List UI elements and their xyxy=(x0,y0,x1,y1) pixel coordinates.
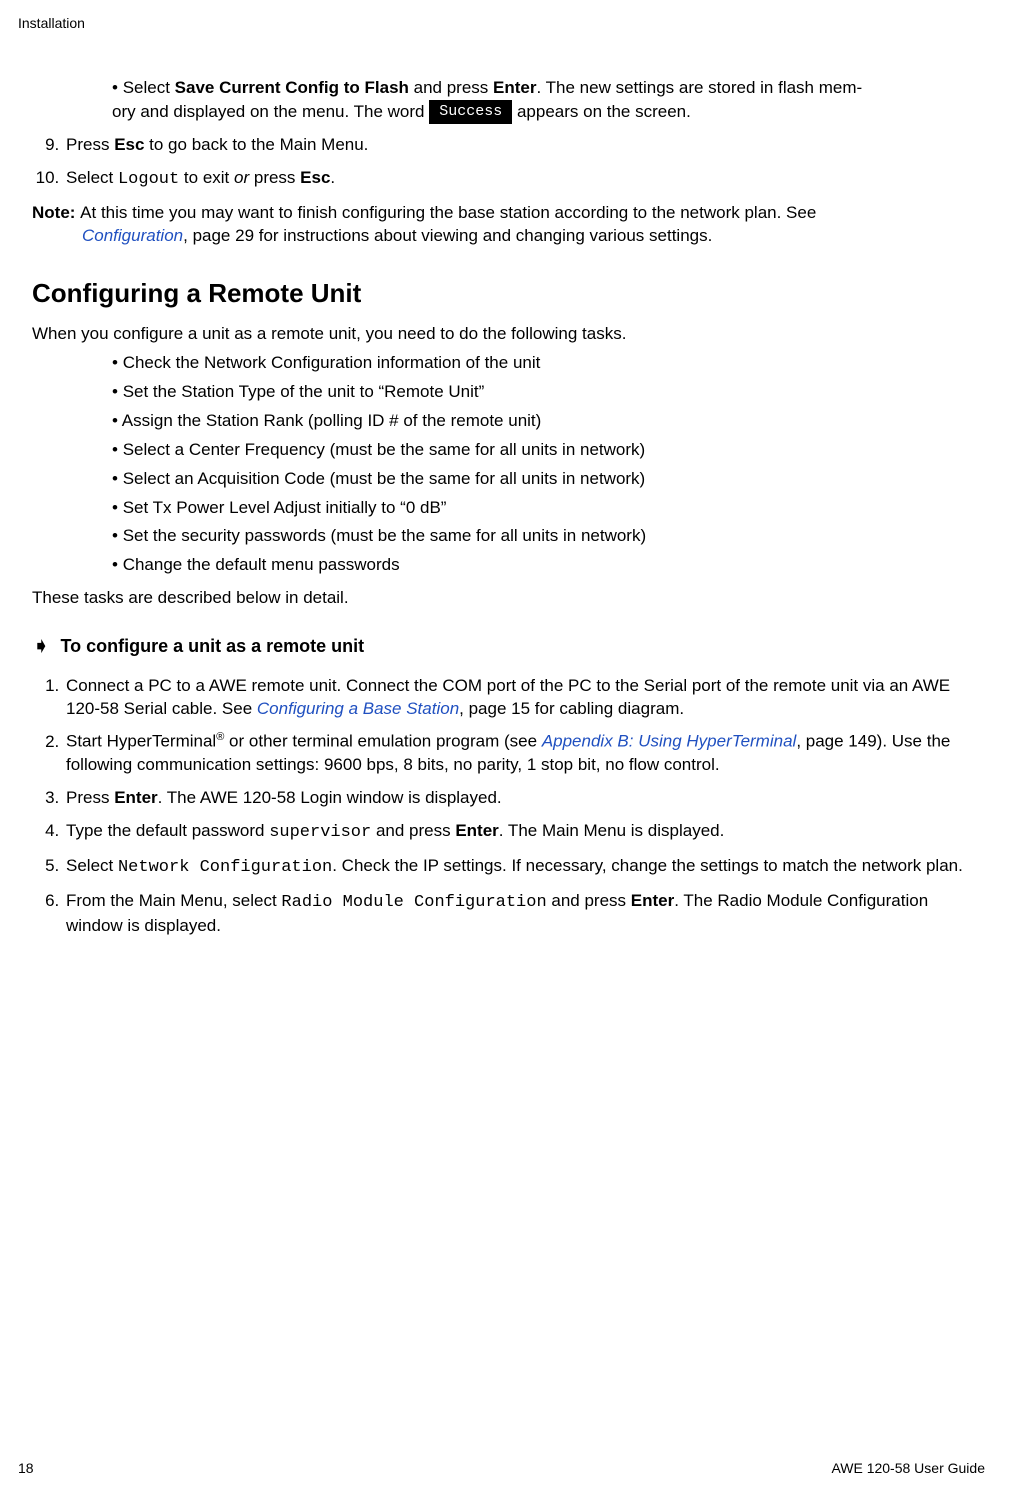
procedure-title: To configure a unit as a remote unit xyxy=(60,634,364,658)
text-bold: Enter xyxy=(455,821,498,840)
step-9: Press Esc to go back to the Main Menu. xyxy=(64,134,985,157)
text: . The new settings are stored in flash m… xyxy=(537,78,863,97)
note-line-1: Note: At this time you may want to finis… xyxy=(32,202,985,225)
outro-paragraph: These tasks are described below in detai… xyxy=(32,587,985,610)
cross-ref-link[interactable]: Configuration xyxy=(82,226,183,245)
list-item: Select a Center Frequency (must be the s… xyxy=(112,439,985,462)
text: . Check the IP settings. If necessary, c… xyxy=(332,856,963,875)
text-bold: Enter xyxy=(493,78,536,97)
list-item: Set Tx Power Level Adjust initially to “… xyxy=(112,497,985,520)
cross-ref-link[interactable]: Appendix B: Using HyperTerminal xyxy=(542,732,797,751)
step-2: Start HyperTerminal® or other terminal e… xyxy=(64,730,985,777)
note-label: Note: xyxy=(32,203,80,222)
text: . The Main Menu is displayed. xyxy=(499,821,725,840)
list-item: Check the Network Configuration informat… xyxy=(112,352,985,375)
success-badge: Success xyxy=(429,100,512,124)
text: Select xyxy=(123,78,175,97)
list-item: Assign the Station Rank (polling ID # of… xyxy=(112,410,985,433)
text: Select xyxy=(66,856,118,875)
text: and press xyxy=(547,891,631,910)
text: and press xyxy=(409,78,493,97)
text: Start HyperTerminal xyxy=(66,732,216,751)
step-1: Connect a PC to a AWE remote unit. Conne… xyxy=(64,675,985,721)
procedure-steps: Connect a PC to a AWE remote unit. Conne… xyxy=(32,675,985,938)
section-heading: Configuring a Remote Unit xyxy=(32,276,985,311)
procedure-heading: ➧ To configure a unit as a remote unit xyxy=(32,634,985,658)
text: . The AWE 120-58 Login window is display… xyxy=(158,788,502,807)
text-bold: Esc xyxy=(300,168,330,187)
text: Press xyxy=(66,135,114,154)
note-block: Note: At this time you may want to finis… xyxy=(32,202,985,248)
prev-sub-bullets: Select Save Current Config to Flash and … xyxy=(32,77,985,124)
step-6: From the Main Menu, select Radio Module … xyxy=(64,890,985,938)
text-bold: Enter xyxy=(631,891,674,910)
text: , page 15 for cabling diagram. xyxy=(459,699,684,718)
step-5: Select Network Configuration. Check the … xyxy=(64,855,985,880)
text: Type the default password xyxy=(66,821,269,840)
list-item: Select an Acquisition Code (must be the … xyxy=(112,468,985,491)
text: At this time you may want to finish conf… xyxy=(80,203,816,222)
running-head: Installation xyxy=(18,14,985,33)
text-mono: supervisor xyxy=(269,823,371,842)
text-bold: Save Current Config to Flash xyxy=(175,78,409,97)
list-item: Change the default menu passwords xyxy=(112,554,985,577)
text: , page 29 for instructions about viewing… xyxy=(183,226,712,245)
note-line-2: Configuration, page 29 for instructions … xyxy=(82,225,985,248)
cross-ref-link[interactable]: Configuring a Base Station xyxy=(257,699,459,718)
text: or other terminal emulation program (see xyxy=(224,732,541,751)
text: Select xyxy=(66,168,118,187)
page-number: 18 xyxy=(18,1459,34,1478)
text: press xyxy=(254,168,300,187)
task-list: Check the Network Configuration informat… xyxy=(32,352,985,578)
text-bold: Esc xyxy=(114,135,144,154)
text: to exit xyxy=(179,168,234,187)
intro-paragraph: When you configure a unit as a remote un… xyxy=(32,323,985,346)
body-column: Select Save Current Config to Flash and … xyxy=(32,77,985,938)
text: ory and displayed on the menu. The word xyxy=(112,102,429,121)
text: Press xyxy=(66,788,114,807)
arrow-icon: ➧ xyxy=(32,635,50,657)
list-item: Set the security passwords (must be the … xyxy=(112,525,985,548)
page-footer: 18 AWE 120-58 User Guide xyxy=(18,1459,985,1478)
text: . xyxy=(330,168,335,187)
list-item: Set the Station Type of the unit to “Rem… xyxy=(112,381,985,404)
text: to go back to the Main Menu. xyxy=(144,135,368,154)
text: and press xyxy=(371,821,455,840)
prev-steps: Press Esc to go back to the Main Menu. S… xyxy=(32,134,985,192)
text-mono: Network Configuration xyxy=(118,858,332,877)
list-item: Select Save Current Config to Flash and … xyxy=(112,77,985,124)
text-bold: Enter xyxy=(114,788,157,807)
page: Installation Select Save Current Config … xyxy=(0,0,1013,1496)
text-mono: Radio Module Configuration xyxy=(281,893,546,912)
step-3: Press Enter. The AWE 120-58 Login window… xyxy=(64,787,985,810)
step-4: Type the default password supervisor and… xyxy=(64,820,985,845)
text: appears on the screen. xyxy=(512,102,691,121)
text-italic: or xyxy=(234,168,254,187)
text-mono: Logout xyxy=(118,170,179,189)
doc-title: AWE 120-58 User Guide xyxy=(831,1459,985,1478)
step-10: Select Logout to exit or press Esc. xyxy=(64,167,985,192)
text: From the Main Menu, select xyxy=(66,891,281,910)
